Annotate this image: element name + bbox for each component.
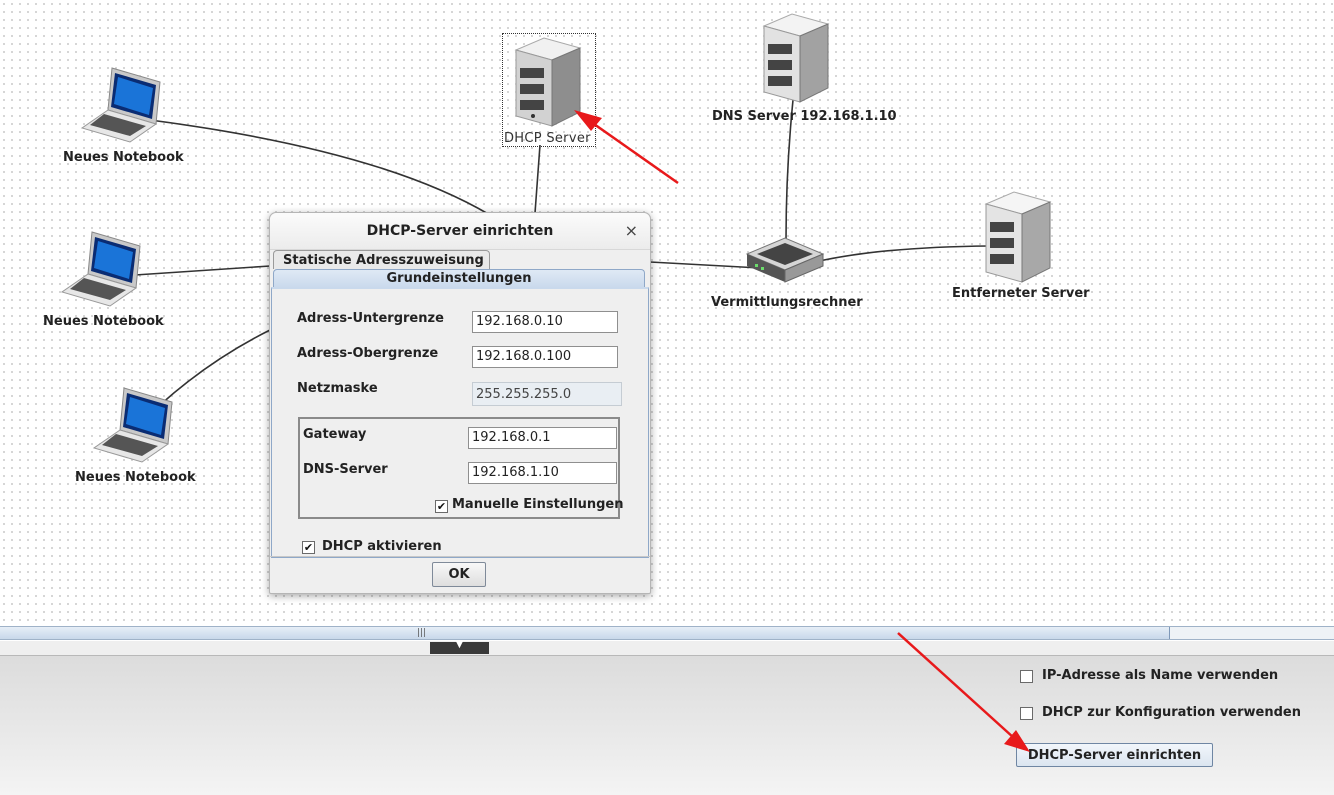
node-label: Neues Notebook bbox=[63, 150, 184, 165]
dialog-titlebar[interactable]: DHCP-Server einrichten × bbox=[270, 213, 650, 250]
server-icon bbox=[762, 13, 830, 103]
manual-settings-checkbox[interactable]: ✔ bbox=[435, 500, 448, 513]
tab-label: Grundeinstellungen bbox=[386, 271, 532, 286]
laptop-icon bbox=[80, 67, 161, 143]
dhcp-server-node[interactable] bbox=[514, 36, 584, 132]
properties-panel: IP-Adresse als Name verwenden DHCP zur K… bbox=[0, 656, 1334, 795]
ok-button[interactable]: OK bbox=[432, 562, 486, 587]
gateway-dns-group: Gateway 192.168.0.1 DNS-Server 192.168.1… bbox=[298, 417, 624, 519]
close-icon[interactable]: × bbox=[625, 221, 638, 240]
tab-panel: Adress-Untergrenze 192.168.0.10 Adress-O… bbox=[271, 287, 649, 558]
dns-server-label: DNS-Server bbox=[303, 462, 388, 477]
dialog-footer: OK bbox=[270, 556, 650, 594]
dhcp-config-label: DHCP zur Konfiguration verwenden bbox=[1042, 705, 1301, 720]
dialog-title: DHCP-Server einrichten bbox=[366, 223, 554, 239]
notebook-node-1[interactable]: Neues Notebook bbox=[63, 66, 184, 165]
tab-basic-settings[interactable]: Grundeinstellungen bbox=[273, 269, 645, 288]
link-dialog-switch bbox=[649, 261, 761, 269]
link-notebook3-switch bbox=[159, 329, 271, 406]
netmask-field: 255.255.255.0 bbox=[472, 382, 622, 406]
dns-server-input[interactable]: 192.168.1.10 bbox=[468, 462, 617, 484]
link-notebook1-switch bbox=[149, 119, 491, 216]
server-icon bbox=[984, 191, 1052, 283]
network-links bbox=[134, 99, 991, 406]
link-dhcp-switch bbox=[534, 144, 541, 214]
node-label: Vermittlungsrechner bbox=[711, 295, 863, 310]
switch-icon bbox=[745, 237, 825, 283]
node-label: DHCP Server bbox=[504, 131, 591, 146]
link-notebook2-switch bbox=[134, 265, 271, 276]
dhcp-config-checkbox[interactable] bbox=[1020, 707, 1033, 720]
gateway-label: Gateway bbox=[303, 427, 367, 442]
netmask-label: Netzmaske bbox=[297, 381, 378, 396]
switch-node[interactable]: Vermittlungsrechner bbox=[711, 234, 863, 310]
manual-settings-label: Manuelle Einstellungen bbox=[452, 497, 624, 512]
collapse-button[interactable]: ▼ bbox=[430, 639, 489, 654]
upper-bound-label: Adress-Obergrenze bbox=[297, 346, 439, 361]
scrollbar-thumb[interactable]: ||| bbox=[0, 627, 1170, 639]
node-label: DNS Server 192.168.1.10 bbox=[712, 109, 897, 124]
ip-as-name-label: IP-Adresse als Name verwenden bbox=[1042, 668, 1279, 683]
network-canvas[interactable]: Neues Notebook Neues Notebook Neues Note… bbox=[0, 0, 1334, 626]
dhcp-enable-label: DHCP aktivieren bbox=[322, 539, 442, 554]
ip-as-name-checkbox[interactable] bbox=[1020, 670, 1033, 683]
grip-icon: ||| bbox=[417, 628, 427, 638]
notebook-node-2[interactable]: Neues Notebook bbox=[43, 230, 164, 329]
lower-bound-label: Adress-Untergrenze bbox=[297, 311, 444, 326]
node-label: Entferneter Server bbox=[952, 286, 1090, 301]
horizontal-scrollbar[interactable]: ||| bbox=[0, 626, 1334, 640]
node-label: Neues Notebook bbox=[75, 470, 196, 485]
dhcp-enable-checkbox[interactable]: ✔ bbox=[302, 541, 315, 554]
lower-bound-input[interactable]: 192.168.0.10 bbox=[472, 311, 618, 333]
notebook-node-3[interactable]: Neues Notebook bbox=[75, 386, 196, 485]
panel-divider: ▼ bbox=[0, 639, 1334, 656]
chevron-down-icon: ▼ bbox=[455, 639, 464, 650]
dns-server-node[interactable]: DNS Server 192.168.1.10 bbox=[712, 12, 897, 124]
dhcp-server-setup-button[interactable]: DHCP-Server einrichten bbox=[1016, 743, 1213, 767]
tab-static-assignment[interactable]: Statische Adresszuweisung bbox=[273, 250, 490, 269]
gateway-input[interactable]: 192.168.0.1 bbox=[468, 427, 617, 449]
laptop-icon bbox=[92, 387, 173, 463]
dhcp-server-dialog: DHCP-Server einrichten × Statische Adres… bbox=[269, 212, 651, 594]
node-label: Neues Notebook bbox=[43, 314, 164, 329]
link-switch-remote bbox=[814, 245, 991, 263]
laptop-icon bbox=[60, 231, 141, 307]
server-icon bbox=[514, 37, 582, 127]
tab-label: Statische Adresszuweisung bbox=[283, 253, 484, 268]
upper-bound-input[interactable]: 192.168.0.100 bbox=[472, 346, 618, 368]
remote-server-node[interactable]: Entferneter Server bbox=[952, 190, 1090, 301]
